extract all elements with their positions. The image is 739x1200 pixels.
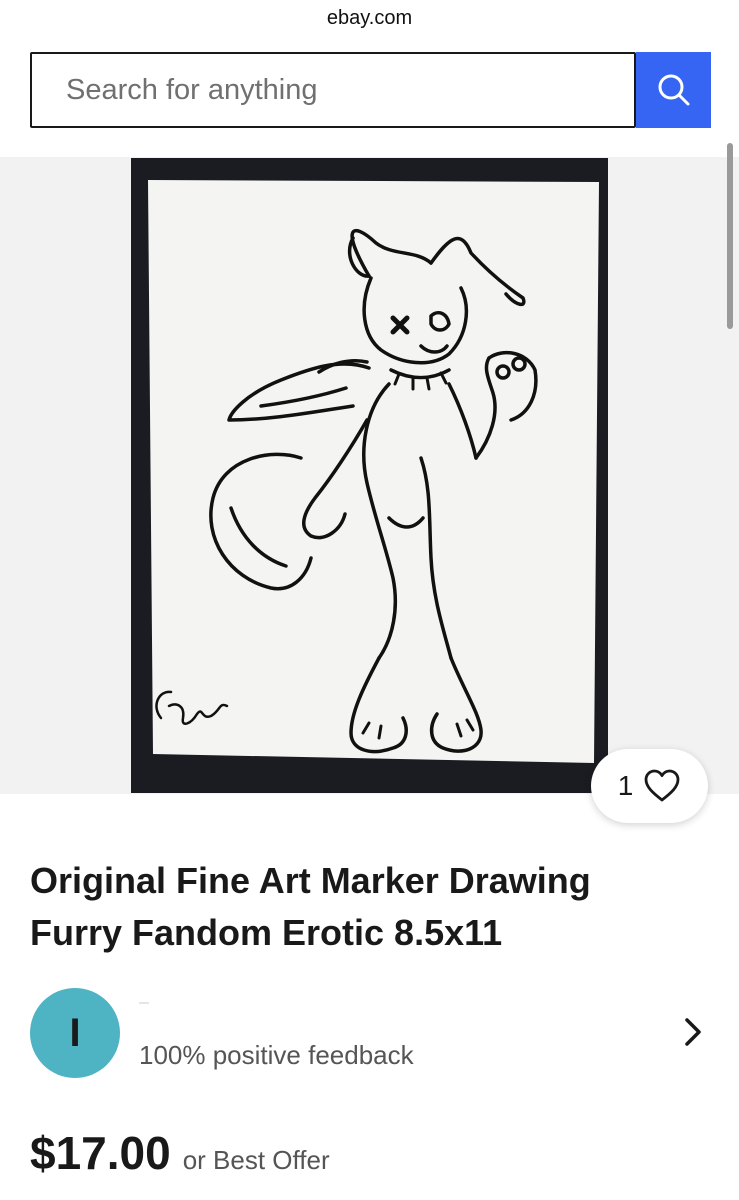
image-gallery[interactable] xyxy=(0,157,739,794)
artwork-drawing xyxy=(148,180,599,763)
price-row: $17.00 or Best Offer xyxy=(30,1126,330,1180)
listing-photo[interactable] xyxy=(131,158,608,793)
seller-feedback: 100% positive feedback xyxy=(139,1040,414,1070)
search-button[interactable] xyxy=(636,52,711,128)
search-placeholder: Search for anything xyxy=(66,74,318,106)
watch-button[interactable]: 1 xyxy=(591,749,708,823)
listing-title: Original Fine Art Marker Drawing Furry F… xyxy=(30,860,591,953)
search-icon xyxy=(658,74,689,106)
url-bar[interactable]: ebay.com xyxy=(0,0,739,40)
seller-row[interactable]: I 100% positive feedback xyxy=(0,988,739,1080)
best-offer-label: or Best Offer xyxy=(182,1145,330,1175)
watch-count: 1 xyxy=(617,770,634,801)
chevron-right-icon[interactable] xyxy=(682,1016,704,1048)
seller-name[interactable] xyxy=(139,1002,149,1004)
page-scrollbar[interactable] xyxy=(727,143,733,329)
search-bar: Search for anything xyxy=(30,52,711,128)
heart-icon xyxy=(644,769,680,802)
search-input[interactable]: Search for anything xyxy=(30,52,636,128)
seller-avatar[interactable]: I xyxy=(30,988,120,1078)
price: $17.00 xyxy=(30,1127,171,1179)
